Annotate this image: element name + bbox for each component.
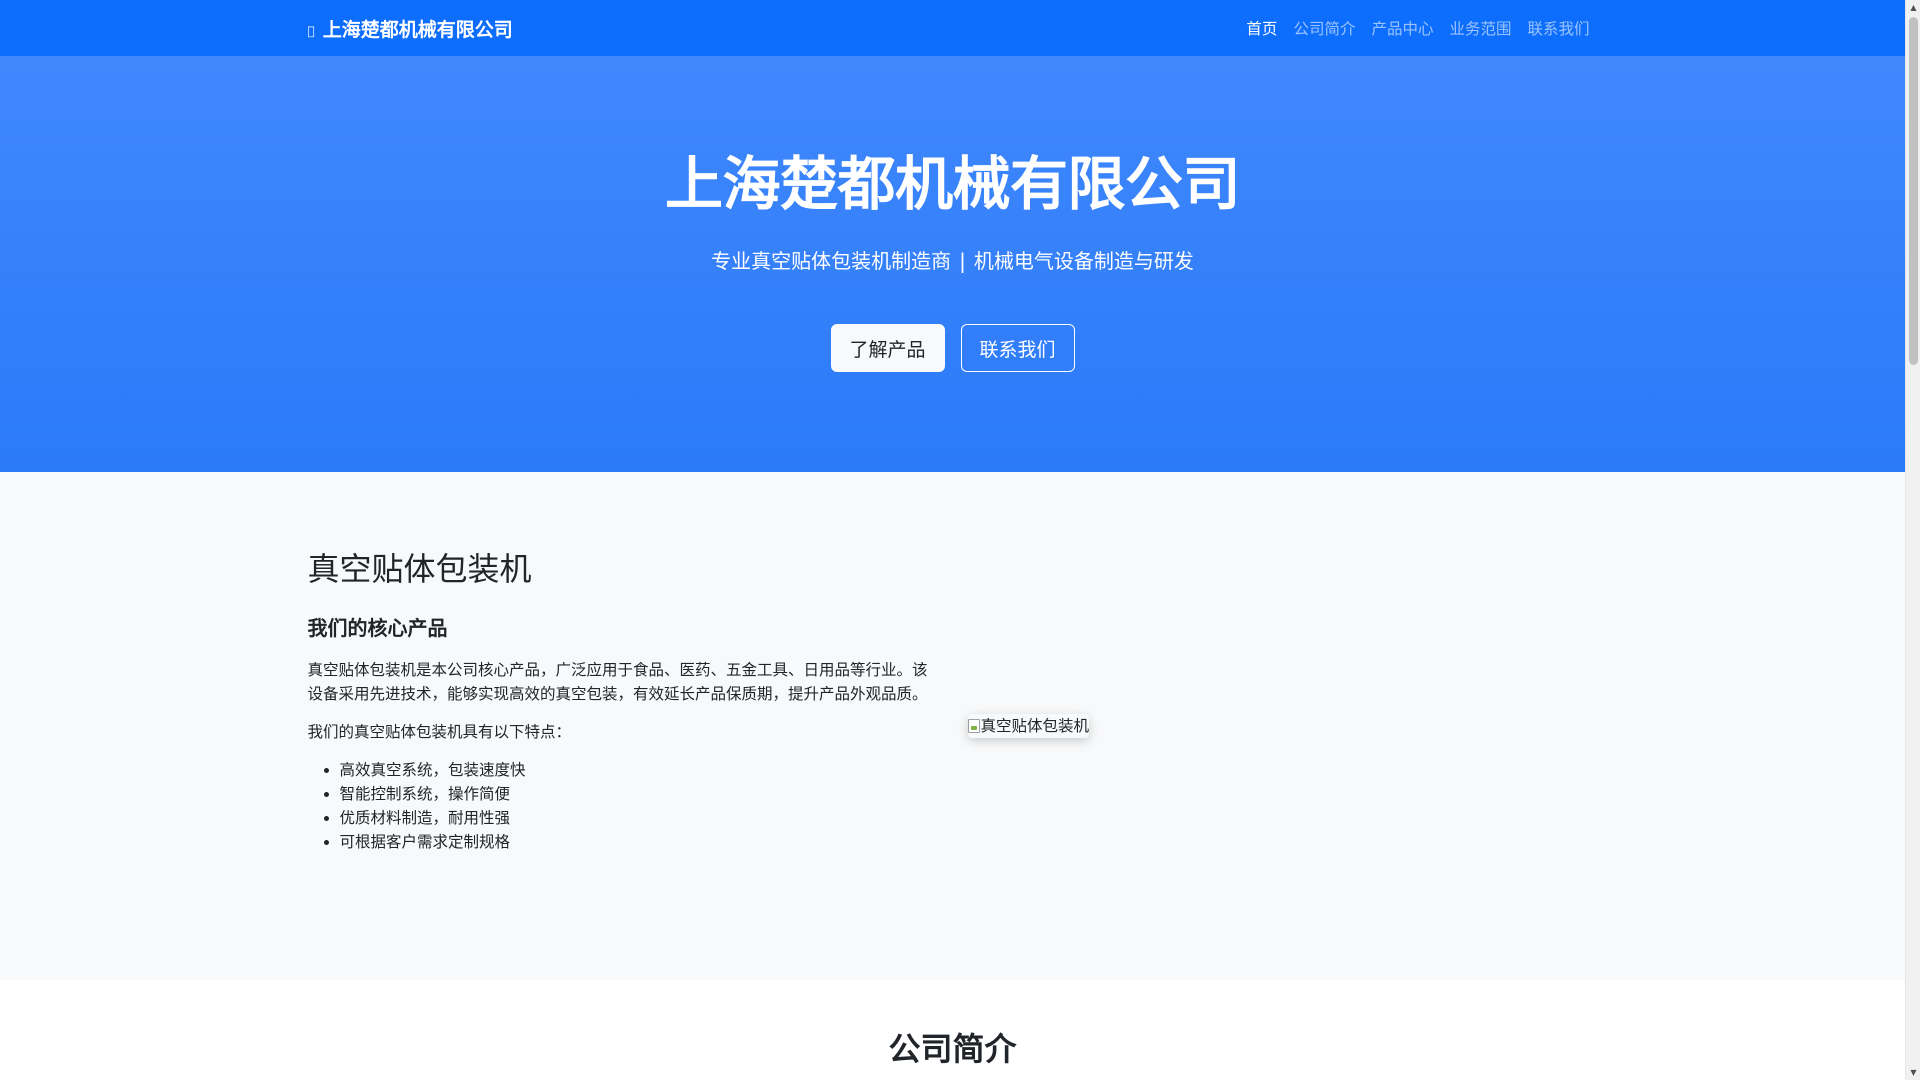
product-features-list: 高效真空系统，包装速度快 智能控制系统，操作简便 优质材料制造，耐用性强 可根据… bbox=[308, 758, 938, 854]
nav-menu: 首页 公司简介 产品中心 业务范围 联系我们 bbox=[1238, 0, 1597, 56]
brand-name: 上海楚都机械有限公司 bbox=[315, 18, 513, 41]
learn-products-button[interactable]: 了解产品 bbox=[830, 324, 945, 372]
list-item: 智能控制系统，操作简便 bbox=[340, 782, 938, 806]
hero-subtitle: 专业真空贴体包装机制造商 | 机械电气设备制造与研发 bbox=[0, 246, 1905, 276]
broken-image-icon bbox=[967, 719, 980, 734]
hero-subtitle-right: 机械电气设备制造与研发 bbox=[973, 249, 1194, 273]
about-title: 公司简介 bbox=[888, 1030, 1017, 1068]
nav-item-home[interactable]: 首页 bbox=[1238, 9, 1285, 47]
nav-item-products[interactable]: 产品中心 bbox=[1363, 9, 1441, 47]
product-title: 真空贴体包装机 bbox=[307, 550, 532, 588]
nav-item-business[interactable]: 业务范围 bbox=[1441, 9, 1519, 47]
product-features-intro: 我们的真空贴体包装机具有以下特点： bbox=[307, 723, 572, 742]
brand-link[interactable]:  上海楚都机械有限公司 bbox=[308, 12, 513, 44]
nav-item-contact[interactable]: 联系我们 bbox=[1519, 9, 1597, 47]
product-description: 真空贴体包装机是本公司核心产品，广泛应用于食品、医药、五金工具、日用品等行业。该… bbox=[307, 661, 928, 704]
product-text: 真空贴体包装机 我们的核心产品 真空贴体包装机是本公司核心产品，广泛应用于食品、… bbox=[308, 550, 938, 855]
hero-section: 上海楚都机械有限公司 专业真空贴体包装机制造商 | 机械电气设备制造与研发 了解产品… bbox=[0, 56, 1905, 472]
page:  上海楚都机械有限公司 首页 公司简介 产品中心 业务范围 联系我们 上海楚都… bbox=[0, 0, 1905, 1080]
list-item: 可根据客户需求定制规格 bbox=[340, 830, 938, 854]
vertical-scrollbar[interactable]: ▲ ▼ bbox=[1905, 0, 1920, 1080]
product-subtitle: 我们的核心产品 bbox=[307, 616, 448, 641]
product-image-alt: 真空贴体包装机 bbox=[980, 717, 1090, 735]
hero-subtitle-left: 专业真空贴体包装机制造商 bbox=[711, 249, 952, 273]
contact-us-button[interactable]: 联系我们 bbox=[960, 324, 1075, 372]
about-section: 公司简介 bbox=[0, 980, 1905, 1080]
hero-title: 上海楚都机械有限公司 bbox=[664, 150, 1241, 218]
navbar:  上海楚都机械有限公司 首页 公司简介 产品中心 业务范围 联系我们 bbox=[0, 0, 1905, 56]
hero-buttons: 了解产品 联系我们 bbox=[0, 324, 1905, 372]
nav-item-about[interactable]: 公司简介 bbox=[1285, 9, 1363, 47]
list-item: 高效真空系统，包装速度快 bbox=[340, 758, 938, 782]
hero-subtitle-separator: | bbox=[959, 249, 966, 273]
scrollbar-thumb[interactable] bbox=[1909, 17, 1918, 365]
scroll-down-arrow-icon[interactable]: ▼ bbox=[1906, 1065, 1920, 1080]
scroll-up-arrow-icon[interactable]: ▲ bbox=[1906, 0, 1920, 15]
product-section: 真空贴体包装机 我们的核心产品 真空贴体包装机是本公司核心产品，广泛应用于食品、… bbox=[0, 472, 1905, 980]
list-item: 优质材料制造，耐用性强 bbox=[340, 806, 938, 830]
product-image: 真空贴体包装机 bbox=[967, 714, 1090, 738]
industry-icon:  bbox=[308, 24, 315, 38]
